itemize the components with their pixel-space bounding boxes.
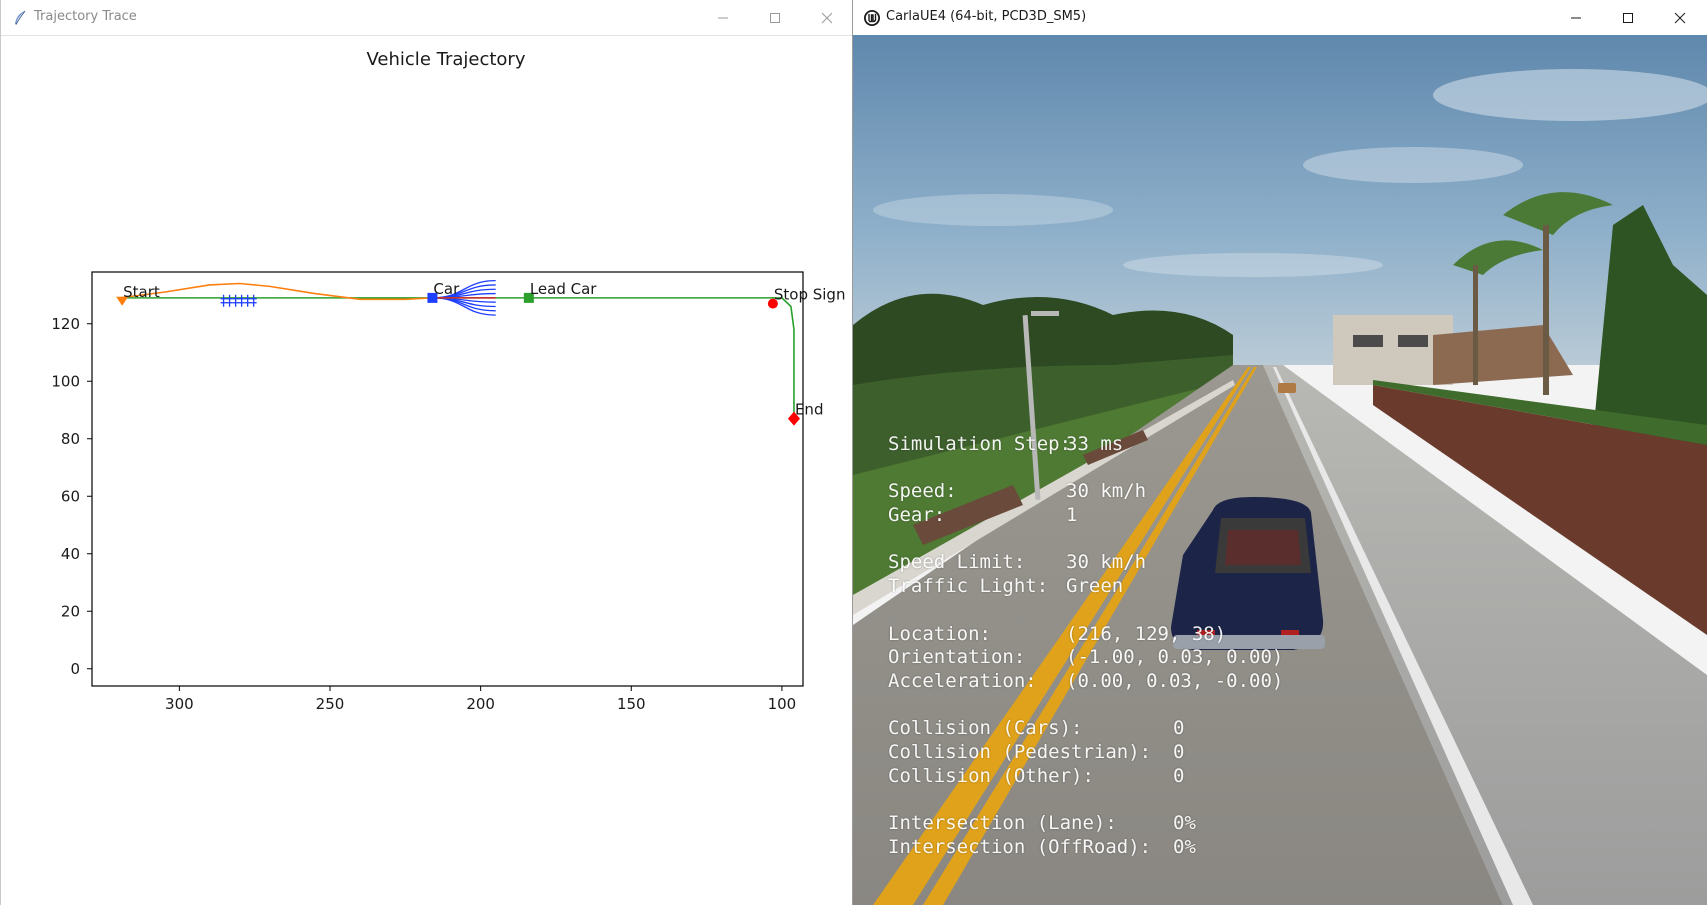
hud-value: 0 xyxy=(1173,764,1185,787)
hud-row: Gear: 1 xyxy=(888,504,1283,528)
minimize-button[interactable] xyxy=(697,0,749,35)
hud-value: 0% xyxy=(1173,835,1196,858)
hud-row: Intersection (OffRoad): 0% xyxy=(888,836,1283,860)
hud-label: Collision (Cars): xyxy=(888,717,1083,740)
hud-label: Orientation: xyxy=(888,646,1026,669)
left-titlebar[interactable]: Trajectory Trace xyxy=(1,0,852,36)
lead-car-label: Lead Car xyxy=(530,280,597,298)
hud-label: Collision (Pedestrian): xyxy=(888,740,1152,763)
hud-row: Collision (Other): 0 xyxy=(888,765,1283,789)
planned-route-line xyxy=(119,297,795,419)
car-label: Car xyxy=(433,280,460,298)
minimize-button[interactable] xyxy=(1550,0,1602,35)
left-window-title: Trajectory Trace xyxy=(34,9,137,24)
minimize-icon xyxy=(718,17,728,18)
driven-trajectory-line xyxy=(119,282,433,301)
trajectory-chart: Vehicle Trajectory Start Car Lead Car Stop … xyxy=(51,49,846,713)
hud-value: 0 xyxy=(1173,717,1185,740)
obstacle-marker xyxy=(220,294,233,307)
right-window-title: CarlaUE4 (64-bit, PCD3D_SM5) xyxy=(886,9,1087,24)
x-tick-label: 300 xyxy=(165,695,194,713)
hud-row: Speed Limit: 30 km/h xyxy=(888,551,1283,575)
maximize-icon xyxy=(770,12,780,23)
y-tick-label: 80 xyxy=(61,430,80,448)
hud-value: 30 km/h xyxy=(1066,551,1147,574)
y-tick-label: 20 xyxy=(61,602,80,620)
hud-row: Collision (Cars): 0 xyxy=(888,717,1283,741)
hud-label: Collision (Other): xyxy=(888,764,1094,787)
right-titlebar[interactable]: CarlaUE4 (64-bit, PCD3D_SM5) xyxy=(853,0,1707,35)
unreal-engine-icon xyxy=(864,10,880,26)
obstacle-marker xyxy=(244,294,257,307)
hud-row: Speed: 30 km/h xyxy=(888,480,1283,504)
hud-row: Acceleration: (0.00, 0.03, -0.00) xyxy=(888,670,1283,694)
hud-label: Simulation Step: xyxy=(888,433,1072,455)
y-tick-label: 120 xyxy=(51,315,80,333)
hud-label: Traffic Light: xyxy=(888,575,1049,598)
y-tick-label: 100 xyxy=(51,372,80,390)
close-icon xyxy=(821,12,833,23)
hud-label: Intersection (Lane): xyxy=(888,812,1117,834)
obstacle-marker xyxy=(232,294,245,307)
y-tick-label: 0 xyxy=(70,660,80,678)
hud-label: Speed: xyxy=(888,480,957,503)
hud-value: (-1.00, 0.03, 0.00) xyxy=(1066,646,1284,669)
hud-label: Location: xyxy=(888,622,991,645)
hud-value: 1 xyxy=(1066,504,1078,527)
hud-value: 0 xyxy=(1173,740,1185,763)
x-tick-label: 200 xyxy=(466,695,495,713)
simulation-viewport[interactable]: Simulation Step: 33 ms Speed: 30 km/h Gear: 1… xyxy=(853,35,1707,905)
plot-frame xyxy=(91,271,804,687)
x-tick-label: 150 xyxy=(617,695,646,713)
hud-row: Intersection (Lane): 0% xyxy=(888,812,1283,836)
start-label: Start xyxy=(123,283,160,301)
hud-row: Simulation Step: 33 ms xyxy=(888,433,1283,457)
close-button[interactable] xyxy=(1654,0,1706,35)
trajectory-trace-window: Trajectory Trace Vehicle Trajectory Star… xyxy=(0,0,853,905)
hud-row: Location: (216, 129, 38) xyxy=(888,623,1283,647)
close-button[interactable] xyxy=(801,0,852,35)
hud-label: Gear: xyxy=(888,504,946,527)
feather-icon xyxy=(15,10,26,25)
hud-value: (216, 129, 38) xyxy=(1066,622,1227,645)
hud-overlay: Simulation Step: 33 ms Speed: 30 km/h Gear: 1… xyxy=(888,433,1283,859)
hud-value: (0.00, 0.03, -0.00) xyxy=(1066,669,1284,692)
hud-row: Traffic Light: Green xyxy=(888,575,1283,599)
hud-value: 33 ms xyxy=(1066,433,1124,455)
carla-window: CarlaUE4 (64-bit, PCD3D_SM5) Simulation … xyxy=(853,0,1707,905)
lead-car xyxy=(1278,383,1296,393)
x-tick-label: 100 xyxy=(768,695,797,713)
hud-value: 0% xyxy=(1173,812,1196,834)
maximize-icon xyxy=(1623,12,1633,23)
hud-label: Acceleration: xyxy=(888,669,1037,692)
maximize-button[interactable] xyxy=(749,0,801,35)
hud-row: Orientation: (-1.00, 0.03, 0.00) xyxy=(888,646,1283,670)
y-tick-label: 60 xyxy=(61,487,80,505)
hud-value: Green xyxy=(1066,575,1124,598)
stop-sign-label: Stop Sign xyxy=(774,286,846,304)
chart-title: Vehicle Trajectory xyxy=(367,49,526,70)
plot-canvas[interactable]: Vehicle Trajectory Start Car Lead Car Stop … xyxy=(1,36,852,905)
hud-label: Intersection (OffRoad): xyxy=(888,835,1152,858)
hud-value: 30 km/h xyxy=(1066,480,1147,503)
y-tick-label: 40 xyxy=(61,545,80,563)
maximize-button[interactable] xyxy=(1602,0,1654,35)
end-label: End xyxy=(795,401,824,419)
hud-row: Collision (Pedestrian): 0 xyxy=(888,741,1283,765)
hud-label: Speed Limit: xyxy=(888,551,1026,574)
close-icon xyxy=(1674,12,1686,23)
x-tick-label: 250 xyxy=(316,695,345,713)
minimize-icon xyxy=(1571,17,1581,18)
